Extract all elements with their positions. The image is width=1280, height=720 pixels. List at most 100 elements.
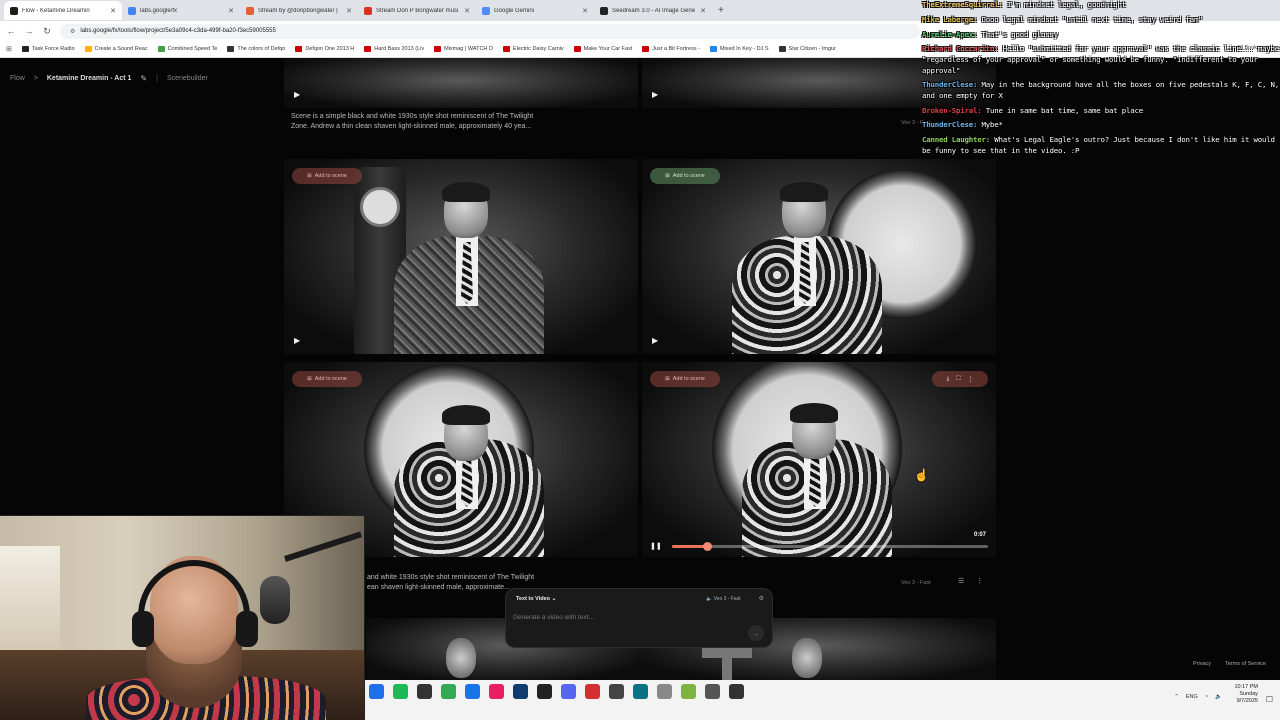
terminal-icon[interactable] — [513, 684, 528, 699]
tab-label: Flow - Ketamine Dreamin — [22, 7, 90, 14]
tab-flow[interactable]: Flow - Ketamine Dreamin ✕ — [4, 1, 122, 20]
obs-icon[interactable] — [729, 684, 744, 699]
flow-favicon-icon — [10, 6, 18, 15]
app4-icon[interactable] — [681, 684, 696, 699]
bookmark-item[interactable]: Defqon One 2013 H — [295, 46, 354, 52]
tab-close-icon[interactable]: ✕ — [582, 7, 588, 15]
gemini-favicon-icon — [482, 6, 490, 15]
record-icon[interactable] — [585, 684, 600, 699]
seedream-favicon-icon — [600, 6, 608, 15]
project-title[interactable]: Ketamine Dreamin - Act 1 — [47, 75, 132, 82]
video-card[interactable]: ⊞ Add to scene ▶ — [284, 159, 638, 354]
video-card[interactable]: ▶ — [284, 58, 638, 108]
bookmark-item[interactable]: Task Force Radio — [21, 46, 75, 52]
forward-arrow-icon[interactable]: → — [24, 26, 34, 36]
app2-icon[interactable] — [609, 684, 624, 699]
language-indicator[interactable]: ENG — [1186, 694, 1198, 700]
tab-gemini[interactable]: Google Gemini ✕ — [476, 1, 594, 20]
bookmark-item[interactable]: Combined Speed Te — [157, 46, 217, 52]
add-to-scene-label: Add to scene — [314, 376, 347, 382]
tab-close-icon[interactable]: ✕ — [228, 7, 234, 15]
bookmark-item[interactable]: Electric Daisy Carniv — [502, 46, 564, 52]
back-arrow-icon[interactable]: ← — [6, 26, 16, 36]
chrome-icon[interactable] — [441, 684, 456, 699]
expand-icon[interactable]: ⛶ — [956, 376, 960, 383]
notification-icon[interactable]: ☐ — [1266, 695, 1273, 704]
settings-icon[interactable] — [705, 684, 720, 699]
tab-close-icon[interactable]: ✕ — [346, 7, 352, 15]
download-icon[interactable]: ⤓ — [947, 376, 950, 383]
reload-icon[interactable]: ↻ — [42, 26, 52, 37]
browser-icon[interactable] — [465, 684, 480, 699]
bookmark-item[interactable]: Mixmag | WATCH D — [434, 46, 493, 52]
video-card[interactable]: ⊞ Add to scene ▶ — [642, 159, 996, 354]
breadcrumb-root[interactable]: Flow — [10, 75, 25, 82]
terms-link[interactable]: Terms of Service — [1225, 661, 1266, 667]
add-to-scene-button[interactable]: ⊞ Add to scene — [292, 371, 362, 387]
headset-earcup-right — [236, 611, 258, 647]
play-icon[interactable]: ▶ — [652, 90, 658, 99]
screen: Flow - Ketamine Dreamin ✕ labs.google/fx… — [0, 0, 1280, 720]
youtube-favicon-icon — [295, 46, 303, 52]
tab-close-icon[interactable]: ✕ — [464, 7, 470, 15]
tab-stream-kick[interactable]: Stream by @donpbongwater | ✕ — [240, 1, 358, 20]
discord-icon[interactable] — [561, 684, 576, 699]
video-card-playing[interactable]: ⊞ Add to scene ⤓ ⛶ ⋮ 0:07 ❚❚ — [642, 362, 996, 557]
bookmark-item[interactable]: Hard Bass 2013 (Liv — [364, 46, 424, 52]
taskbar-clock[interactable]: 10:17 PM Sunday 9/7/2025 — [1234, 684, 1258, 705]
tab-close-icon[interactable]: ✕ — [700, 7, 706, 15]
edge-icon[interactable] — [369, 684, 384, 699]
apps-grid-icon[interactable]: ⊞ — [6, 45, 12, 53]
bookmark-item[interactable]: Create a Sound Reac — [84, 46, 148, 52]
add-to-scene-button[interactable]: ⊞ Add to scene — [650, 168, 720, 184]
tab-labs[interactable]: labs.google/fx ✕ — [122, 1, 240, 20]
privacy-link[interactable]: Privacy — [1193, 661, 1211, 667]
edit-pencil-icon[interactable]: ✎ — [140, 74, 147, 83]
pen-icon[interactable] — [657, 684, 672, 699]
stream-favicon-icon — [364, 6, 372, 15]
site-info-icon[interactable]: ⚙ — [70, 28, 75, 35]
add-to-scene-button[interactable]: ⊞ Add to scene — [292, 168, 362, 184]
volume-icon[interactable]: 🔈 — [1215, 694, 1222, 700]
chat-username: Canned Laughter: — [922, 135, 990, 145]
video-scrubber-handle[interactable] — [702, 541, 712, 551]
bookmark-item[interactable]: Mixed In Key - DJ S — [709, 46, 769, 52]
settings-sliders-icon[interactable]: ⚙ — [759, 595, 764, 602]
man-figure-image — [394, 182, 544, 354]
chat-message: Broken-Spiral: Tune in same bat time, sa… — [922, 106, 1280, 117]
app-icon[interactable] — [537, 684, 552, 699]
video-thumbnail — [284, 58, 638, 108]
wifi-icon[interactable]: ◔ — [1205, 694, 1208, 700]
bookmark-item[interactable]: The colors of Defqo — [227, 46, 285, 52]
add-to-scene-button[interactable]: ⊞ Add to scene — [650, 371, 720, 387]
spotify-icon[interactable] — [393, 684, 408, 699]
new-tab-button[interactable]: + — [712, 5, 730, 16]
url-field[interactable]: ⚙ labs.google/fx/tools/flow/project/5e3a… — [60, 23, 920, 39]
bookmark-item[interactable]: Star Citizen - Imgur — [778, 46, 836, 52]
pause-icon[interactable]: ❚❚ — [650, 542, 662, 550]
tab-seedream[interactable]: Seedream 3.0 - AI Image Gene ✕ — [594, 1, 712, 20]
bookmark-item[interactable]: Just a Bit Fortress - — [642, 46, 700, 52]
play-icon[interactable]: ▶ — [294, 90, 300, 99]
generation-mode-select[interactable]: Text to Video ⌄ — [516, 596, 556, 602]
play-icon[interactable]: ▶ — [294, 336, 300, 345]
model-select[interactable]: 🔈 Veo 3 - Fast — [706, 596, 741, 602]
video-progress-bar[interactable] — [671, 541, 988, 551]
files-icon[interactable] — [417, 684, 432, 699]
send-arrow-icon[interactable]: → — [748, 625, 764, 641]
more-options-icon[interactable]: ⋮ — [976, 577, 983, 585]
bookmark-item[interactable]: Make Your Car Fast — [573, 46, 632, 52]
chat-username: Mike Laberge: — [922, 14, 978, 24]
play-icon[interactable]: ▶ — [652, 336, 658, 345]
scene-description[interactable]: Scene is a simple black and white 1930s … — [291, 112, 533, 132]
scenebuilder-label[interactable]: Scenebuilder — [167, 75, 208, 82]
labs-favicon-icon — [128, 6, 136, 15]
more-options-icon[interactable]: ⋮ — [967, 376, 973, 383]
prompt-input[interactable] — [513, 611, 723, 623]
list-icon[interactable]: ☰ — [958, 577, 964, 585]
tab-close-icon[interactable]: ✕ — [110, 7, 116, 15]
chevron-up-icon[interactable]: ⌃ — [1174, 694, 1179, 700]
app3-icon[interactable] — [633, 684, 648, 699]
store-icon[interactable] — [489, 684, 504, 699]
tab-stream-music[interactable]: Stream Don P Bongwater musi ✕ — [358, 1, 476, 20]
